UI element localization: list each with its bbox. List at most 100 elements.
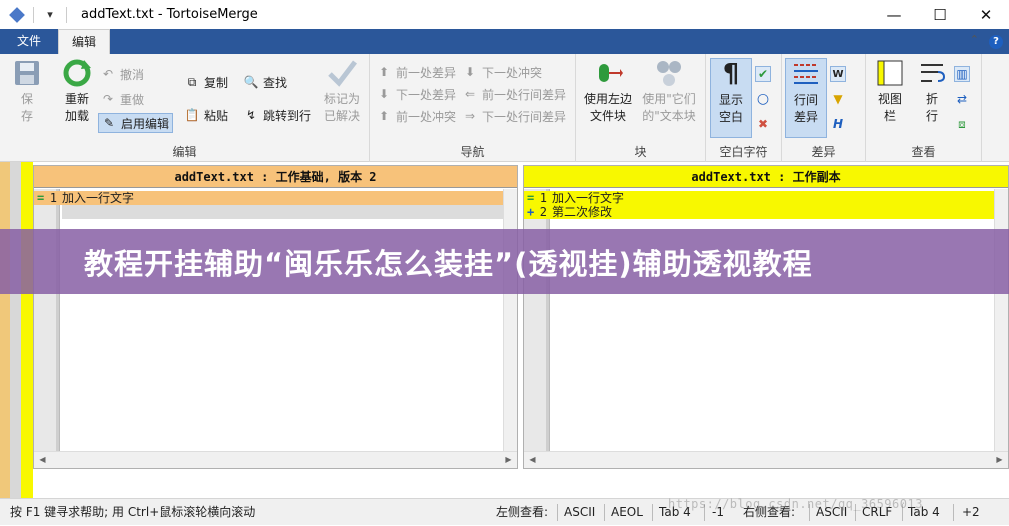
group-navigation: ⬆ 前一处差异 ⬇ 下一处差异 ⬆ 前一处冲突 ⬇ 下一处冲突 ⇐ 前一处行间差异 ⇒ 下一… (370, 54, 576, 162)
prev-inline-diff-button[interactable]: ⇐ 前一处行间差异 (462, 84, 566, 104)
help-icon[interactable]: ? (989, 35, 1003, 49)
titlebar-separator (33, 6, 34, 23)
whitespace-check-toggle[interactable]: ✔ (755, 64, 775, 84)
overlay-banner: 教程开挂辅助“闽乐乐怎么装挂”(透视挂)辅助透视教程 (0, 229, 1009, 294)
italic-icon: H (832, 117, 844, 131)
app-icon[interactable] (9, 6, 25, 23)
paste-icon: 📋 (184, 108, 200, 122)
copy-icon: ⧉ (187, 74, 197, 89)
group-view: 视图 栏 折 行 ▥ ⇄ ⧈ 查看 (866, 54, 982, 162)
undo-button[interactable]: ↶ 撤消 (100, 64, 144, 84)
highlight-icon: ▼ (833, 92, 843, 106)
maximize-button[interactable]: ☐ (917, 0, 963, 29)
group-diff: 行间 差异 W ▼ H 差异 (782, 54, 866, 162)
whitespace-x-toggle[interactable]: ✖ (755, 114, 775, 134)
close-icon: ✖ (757, 117, 769, 131)
search-icon: 🔍 (243, 75, 259, 89)
view-bar-dropdown[interactable]: 视图 栏 (870, 58, 910, 125)
save-button[interactable]: 保 存 (8, 58, 46, 125)
arrow-down-icon: ⬇ (464, 65, 476, 79)
use-left-block-button[interactable]: 使用左边 文件块 (580, 58, 636, 125)
inline-diff-toggle[interactable]: 行间 差异 (785, 58, 827, 138)
ribbon-tab-bar: 文件 编辑 (0, 29, 1009, 54)
left-pane-header: addText.txt : 工作基础, 版本 2 (34, 166, 517, 188)
prev-diff-button[interactable]: ⬆ 前一处差异 (376, 62, 456, 82)
find-button[interactable]: 🔍 查找 (243, 72, 288, 92)
goto-icon: ↯ (245, 108, 257, 122)
swap-toggle[interactable]: ⇄ (954, 89, 974, 109)
banner-text: 教程开挂辅助“闽乐乐怎么装挂”(透视挂)辅助透视教程 (84, 246, 813, 281)
minimize-button[interactable]: — (871, 0, 917, 29)
scroll-right-icon[interactable]: ▶ (500, 452, 517, 468)
inline-diff-icon (791, 59, 821, 89)
arrow-left-icon: ⇐ (464, 87, 476, 101)
reload-button[interactable]: 重新 加载 (56, 58, 98, 125)
arrow-up-icon: ⬆ (378, 65, 390, 79)
mark-resolved-button[interactable]: 标记为 已解决 (320, 58, 364, 125)
circle-icon: ○ (756, 91, 770, 107)
status-left-view-label: 左侧查看: (496, 505, 549, 519)
scroll-left-icon[interactable]: ◀ (34, 452, 51, 468)
ribbon-collapse-icon[interactable]: ⌃ (970, 33, 979, 46)
next-conflict-button[interactable]: ⬇ 下一处冲突 (462, 62, 542, 82)
window-title: addText.txt - TortoiseMerge (81, 7, 258, 22)
italic-diff-toggle[interactable]: H (830, 114, 850, 134)
next-inline-diff-button[interactable]: ⇒ 下一处行间差异 (462, 106, 566, 126)
title-bar: ▾ addText.txt - TortoiseMerge — ☐ ✕ (0, 0, 1009, 29)
paste-button[interactable]: 📋 粘贴 (184, 105, 229, 125)
wrap-lines-button[interactable]: 折 行 (914, 58, 950, 125)
layout-icon: ▥ (954, 66, 970, 82)
redo-icon: ↷ (102, 92, 114, 106)
group-block: 使用左边 文件块 使用"它们 的"文本块 块 (576, 54, 706, 162)
collapse-toggle[interactable]: ⧈ (954, 114, 974, 134)
copy-button[interactable]: ⧉ 复制 (184, 72, 228, 92)
right-pane[interactable]: addText.txt : 工作副本 = 1 加入一行文字 + 2 第二次修改 … (523, 165, 1009, 469)
right-horizontal-scrollbar[interactable]: ◀ ▶ (524, 451, 1008, 468)
left-pane[interactable]: addText.txt : 工作基础, 版本 2 = 1 加入一行文字 ◀ ▶ (33, 165, 518, 469)
tab-edit[interactable]: 编辑 (58, 29, 110, 54)
show-whitespace-toggle[interactable]: ¶ 显示 空白 (710, 58, 752, 138)
redo-button[interactable]: ↷ 重做 (100, 89, 144, 109)
layout-toggle[interactable]: ▥ (954, 64, 974, 84)
checkbox-icon: ✔ (755, 66, 771, 82)
group-label-block: 块 (634, 145, 647, 159)
arrow-down-icon: ⬇ (378, 87, 390, 101)
next-diff-button[interactable]: ⬇ 下一处差异 (376, 84, 456, 104)
right-line-1[interactable]: = 1 加入一行文字 (524, 191, 994, 205)
word-diff-toggle[interactable]: W (830, 64, 850, 84)
scroll-left-icon[interactable]: ◀ (524, 452, 541, 468)
prev-conflict-button[interactable]: ⬆ 前一处冲突 (376, 106, 456, 126)
use-their-block-button[interactable]: 使用"它们 的"文本块 (638, 58, 700, 125)
tab-file[interactable]: 文件 (0, 29, 58, 54)
status-left-eol[interactable]: AEOL (611, 499, 643, 526)
left-horizontal-scrollbar[interactable]: ◀ ▶ (34, 451, 517, 468)
watermark-text: https://blog.csdn.net/qq_36596013 (668, 497, 923, 511)
locator-bar[interactable] (0, 162, 33, 498)
right-line-2[interactable]: + 2 第二次修改 (524, 205, 994, 219)
titlebar-separator (66, 6, 67, 23)
enable-edit-toggle[interactable]: ✎ 启用编辑 (98, 113, 174, 133)
save-icon (12, 58, 42, 88)
right-pane-header: addText.txt : 工作副本 (524, 166, 1008, 188)
whitespace-circle-toggle[interactable]: ○ (755, 89, 775, 109)
close-button[interactable]: ✕ (963, 0, 1009, 29)
collapse-icon: ⧈ (958, 116, 966, 131)
group-label-edit: 编辑 (172, 145, 197, 159)
group-edit: 保 存 重新 加载 ↶ 撤消 ↷ 重做 ✎ 启用编辑 ⧉ 复制 📋 粘贴 🔍 查找 (0, 54, 370, 162)
highlight-dropdown[interactable]: ▼ (830, 89, 850, 109)
status-left-encoding[interactable]: ASCII (564, 499, 595, 526)
pilcrow-icon: ¶ (722, 58, 740, 89)
quick-access-dropdown[interactable]: ▾ (42, 8, 58, 21)
wrap-icon (917, 58, 947, 88)
group-label-whitespace: 空白字符 (719, 145, 768, 159)
word-icon: W (830, 66, 846, 82)
group-label-navigation: 导航 (460, 145, 485, 159)
group-label-view: 查看 (911, 145, 936, 159)
ribbon: 保 存 重新 加载 ↶ 撤消 ↷ 重做 ✎ 启用编辑 ⧉ 复制 📋 粘贴 🔍 查找 (0, 54, 1009, 162)
status-help-text: 按 F1 键寻求帮助; 用 Ctrl+鼠标滚轮横向滚动 (10, 505, 256, 519)
scroll-right-icon[interactable]: ▶ (991, 452, 1008, 468)
goto-line-button[interactable]: ↯ 跳转到行 (243, 105, 311, 125)
left-line-1[interactable]: = 1 加入一行文字 (34, 191, 503, 205)
status-right-count: +2 (962, 505, 980, 519)
left-blank-line (62, 205, 503, 219)
